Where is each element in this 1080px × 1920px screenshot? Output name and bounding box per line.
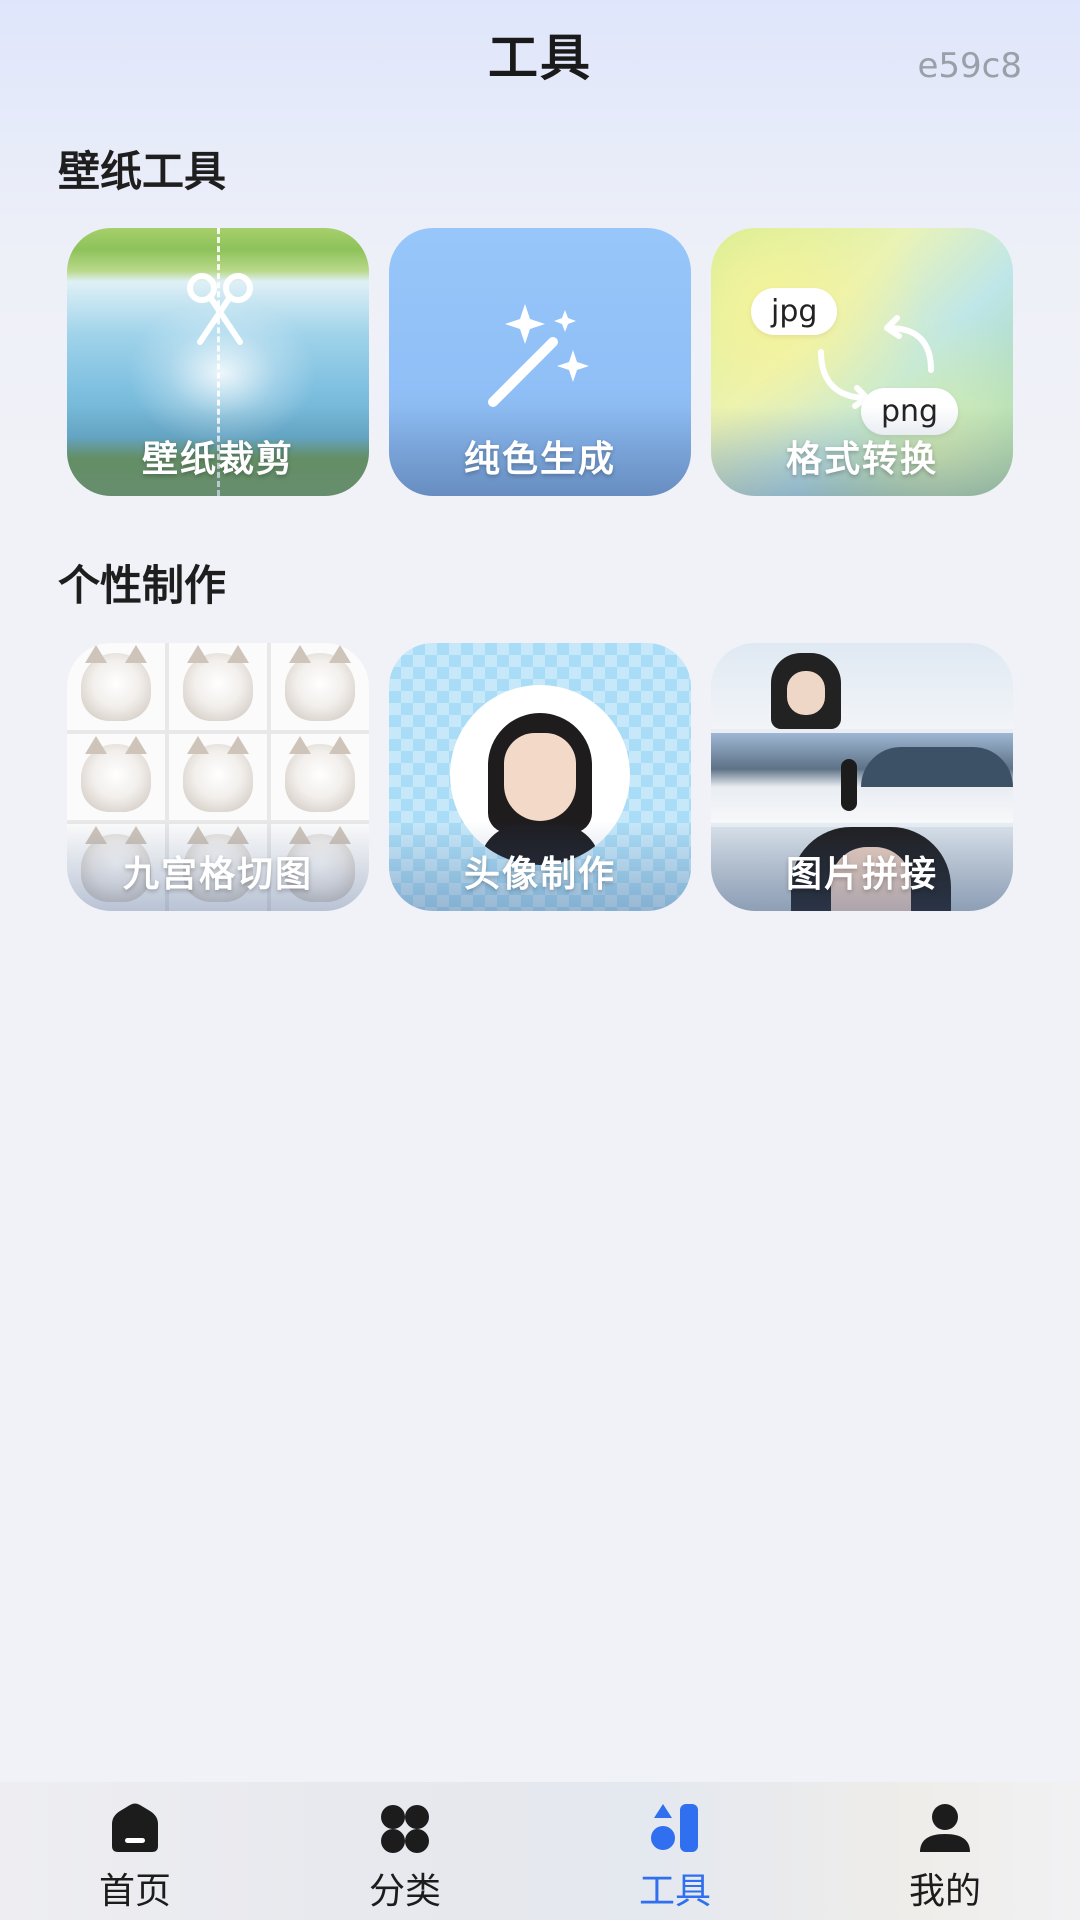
tool-label: 九宫格切图 xyxy=(122,854,313,895)
tool-card-image-stitch[interactable]: 图片拼接 xyxy=(711,643,1013,911)
nav-label: 分类 xyxy=(368,1871,441,1912)
nav-label: 首页 xyxy=(98,1871,171,1912)
nav-category[interactable]: 分类 xyxy=(315,1782,495,1920)
bottom-nav: 首页 分类 工具 我的 xyxy=(0,1782,1080,1920)
tool-label: 头像制作 xyxy=(463,854,616,895)
tool-label: 图片拼接 xyxy=(785,854,938,895)
stitch-strip-1 xyxy=(711,643,1013,729)
nav-tools[interactable]: 工具 xyxy=(585,1782,765,1920)
tool-label: 纯色生成 xyxy=(463,439,616,480)
tool-card-format-convert[interactable]: jpg png 格式转换 xyxy=(711,228,1013,496)
profile-icon xyxy=(920,1804,970,1852)
tool-card-wallpaper-crop[interactable]: 壁纸裁剪 xyxy=(67,228,369,496)
nav-profile[interactable]: 我的 xyxy=(855,1782,1035,1920)
nav-label: 我的 xyxy=(908,1871,981,1912)
nav-home[interactable]: 首页 xyxy=(45,1782,225,1920)
tool-card-nine-grid[interactable]: 九宫格切图 xyxy=(67,643,369,911)
header: 工具 e59c8 xyxy=(0,0,1080,110)
home-icon xyxy=(112,1803,158,1852)
tool-card-solid-color[interactable]: 纯色生成 xyxy=(389,228,691,496)
scissors-icon xyxy=(187,273,253,345)
tool-label: 格式转换 xyxy=(785,439,938,480)
nav-label: 工具 xyxy=(638,1871,711,1912)
version-label: e59c8 xyxy=(917,46,1022,86)
category-icon xyxy=(381,1805,429,1853)
section-title-personal-make: 个性制作 xyxy=(58,561,227,610)
tool-label: 壁纸裁剪 xyxy=(141,439,294,480)
magic-wand-icon xyxy=(488,304,589,407)
tool-card-avatar-maker[interactable]: 头像制作 xyxy=(389,643,691,911)
section-title-wallpaper-tools: 壁纸工具 xyxy=(58,147,227,196)
tools-icon xyxy=(651,1804,698,1852)
